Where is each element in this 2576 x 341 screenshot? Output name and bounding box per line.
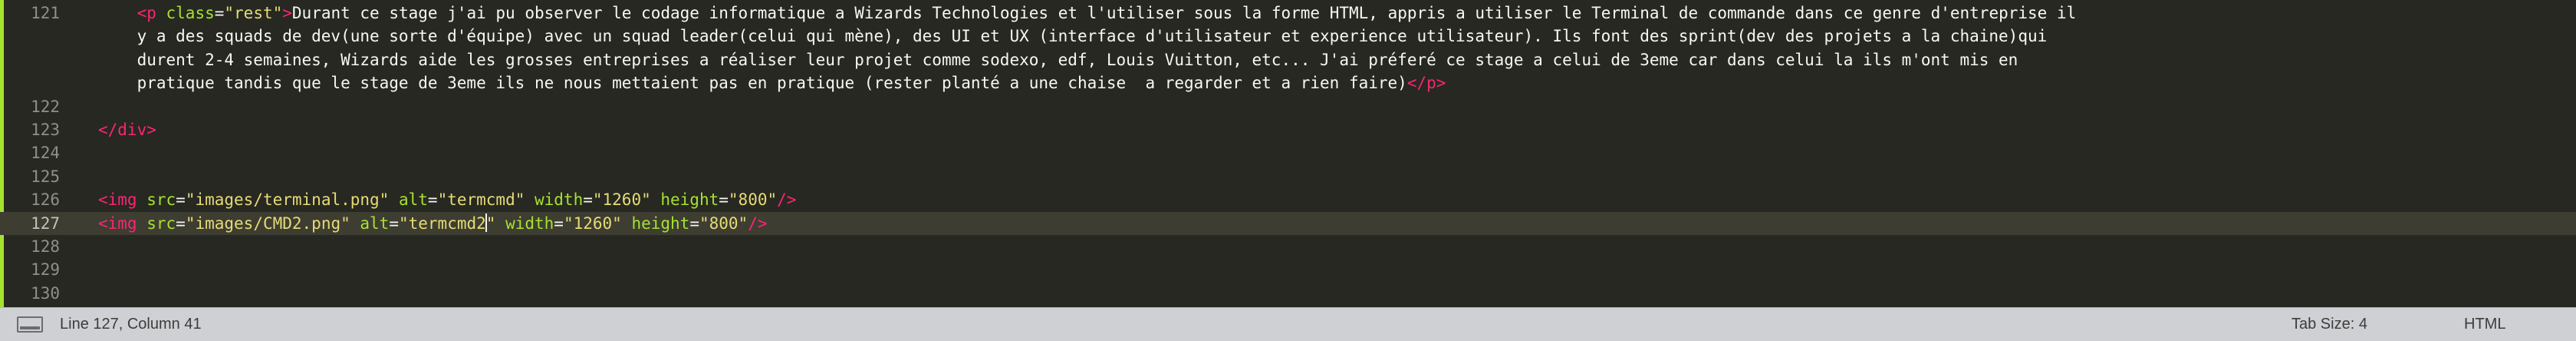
token-str: "rest" [224, 4, 283, 22]
panel-toggle-icon[interactable] [17, 316, 43, 333]
token-txt: = [389, 214, 399, 233]
token-txt: Durant ce stage j'ai pu observer le coda… [291, 4, 2077, 22]
token-str: "images/CMD2.png" [185, 214, 350, 233]
code-line[interactable]: 121 <p class="rest">Durant ce stage j'ai… [0, 2, 2576, 25]
token-tag: <img [98, 190, 137, 210]
token-attr: src [137, 190, 176, 210]
line-number: 130 [31, 283, 60, 303]
code-line[interactable]: 123 </div> [0, 118, 2576, 141]
token-tag: /> [748, 214, 768, 233]
line-number: 128 [31, 237, 60, 256]
token-attr: alt [389, 190, 428, 210]
code-line[interactable]: durent 2-4 semaines, Wizards aide les gr… [0, 48, 2576, 71]
line-code[interactable]: pratique tandis que le stage de 3eme ils… [98, 71, 1446, 94]
code-line[interactable]: 122 [0, 95, 2576, 118]
token-tag: </p> [1406, 74, 1446, 93]
token-str: "1260" [592, 190, 651, 210]
status-bar: Line 127, Column 41 Tab Size: 4 HTML [0, 307, 2576, 341]
line-number: 122 [31, 97, 60, 116]
token-txt: pratique tandis que le stage de 3eme ils… [98, 74, 1407, 93]
code-line[interactable]: 128 [0, 235, 2576, 258]
token-tag: <p [137, 4, 156, 22]
syntax-selector[interactable]: HTML [2464, 308, 2505, 341]
token-txt: y a des squads de dev(une sorte d'équipe… [98, 27, 2048, 46]
line-number: 127 [31, 214, 60, 233]
token-attr: alt [350, 214, 390, 233]
token-str: "800" [699, 214, 748, 233]
token-attr: width [525, 190, 584, 210]
line-number: 125 [31, 167, 60, 186]
line-code[interactable]: <img src="images/terminal.png" alt="term… [98, 188, 796, 211]
token-txt: = [583, 190, 593, 210]
token-str: "1260" [563, 214, 622, 233]
token-tag: > [282, 4, 292, 22]
code-line[interactable]: 124 [0, 141, 2576, 164]
line-code[interactable]: <img src="images/CMD2.png" alt="termcmd2… [98, 212, 768, 235]
tab-size-selector[interactable]: Tab Size: 4 [2291, 308, 2367, 341]
token-tag: </div> [98, 121, 156, 139]
line-number: 123 [31, 121, 60, 139]
token-attr: height [650, 190, 719, 210]
token-attr: class [156, 4, 215, 22]
line-number: 129 [31, 260, 60, 280]
token-str: "termcmd2 [398, 214, 486, 233]
code-line[interactable]: 125 [0, 165, 2576, 188]
line-code[interactable]: <p class="rest">Durant ce stage j'ai pu … [98, 2, 2077, 25]
token-txt: = [554, 214, 564, 233]
line-number: 126 [31, 190, 60, 210]
code-line[interactable]: 126 <img src="images/terminal.png" alt="t… [0, 188, 2576, 211]
line-number: 124 [31, 144, 60, 163]
cursor-position: Line 127, Column 41 [60, 316, 202, 333]
token-str: " [485, 214, 496, 233]
token-txt: durent 2-4 semaines, Wizards aide les gr… [98, 50, 2018, 69]
token-txt: = [689, 214, 699, 233]
current-code-line[interactable]: 127 <img src="images/CMD2.png" alt="termc… [0, 211, 2576, 235]
line-code[interactable]: y a des squads de dev(une sorte d'équipe… [98, 25, 2048, 48]
line-number: 121 [31, 4, 60, 22]
code-line[interactable]: pratique tandis que le stage de 3eme ils… [0, 71, 2576, 94]
token-str: "termcmd" [437, 190, 525, 210]
token-txt: = [176, 190, 186, 210]
code-editor[interactable]: 121 <p class="rest">Durant ce stage j'ai… [0, 0, 2576, 307]
code-line[interactable]: 130 [0, 282, 2576, 305]
token-attr: width [495, 214, 554, 233]
token-attr: src [137, 214, 176, 233]
token-attr: height [621, 214, 690, 233]
token-txt: = [719, 190, 729, 210]
code-line[interactable]: 129 [0, 258, 2576, 281]
token-str: "images/terminal.png" [185, 190, 390, 210]
token-txt: = [427, 190, 438, 210]
line-code[interactable]: durent 2-4 semaines, Wizards aide les gr… [98, 48, 2018, 71]
line-code[interactable]: </div> [98, 118, 156, 141]
token-str: "800" [728, 190, 778, 210]
token-txt: = [176, 214, 186, 233]
token-txt: = [214, 4, 225, 22]
token-tag: <img [98, 214, 137, 233]
token-tag: /> [777, 190, 797, 210]
code-line[interactable]: y a des squads de dev(une sorte d'équipe… [0, 25, 2576, 48]
